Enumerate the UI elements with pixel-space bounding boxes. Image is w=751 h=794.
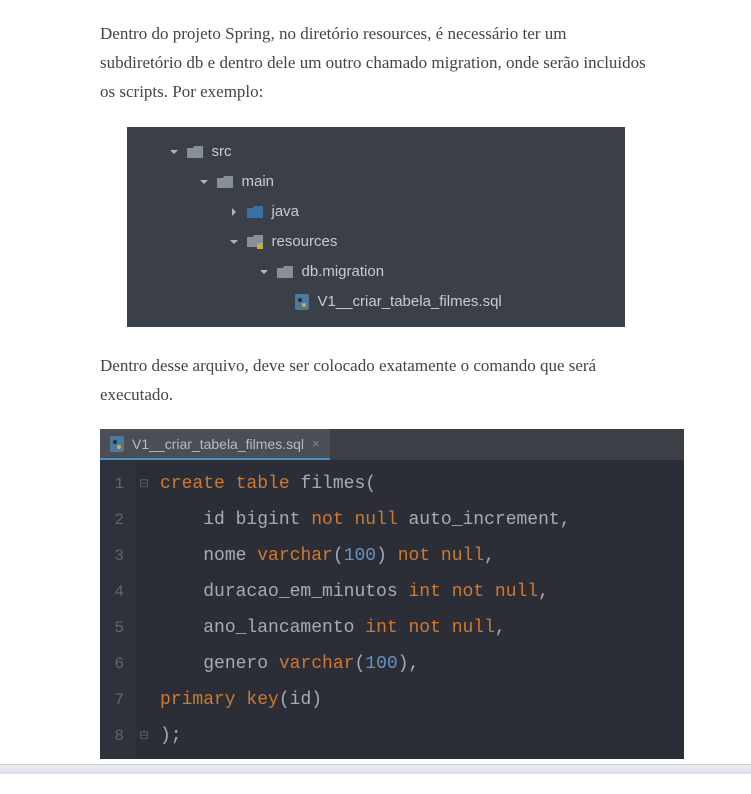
editor-body: 1 2 3 4 5 6 7 8 ⊟ ⊟ create table filmes(… bbox=[100, 461, 684, 759]
code-line: nome varchar(100) not null, bbox=[160, 538, 676, 574]
tab-label: V1__criar_tabela_filmes.sql bbox=[132, 436, 304, 452]
folder-icon bbox=[187, 145, 205, 159]
line-number: 5 bbox=[108, 610, 124, 646]
paragraph-file-content: Dentro desse arquivo, deve ser colocado … bbox=[100, 352, 651, 410]
line-number: 6 bbox=[108, 646, 124, 682]
code-line: ); bbox=[160, 718, 676, 754]
chevron-down-icon bbox=[167, 145, 181, 159]
chevron-right-icon bbox=[227, 205, 241, 219]
tree-label: V1__criar_tabela_filmes.sql bbox=[318, 293, 502, 310]
tree-row-db-migration[interactable]: db.migration bbox=[127, 257, 625, 287]
tree-label: resources bbox=[272, 233, 338, 250]
line-number: 2 bbox=[108, 502, 124, 538]
code-area[interactable]: create table filmes( id bigint not null … bbox=[152, 461, 684, 759]
sql-file-icon bbox=[295, 294, 311, 310]
line-number: 4 bbox=[108, 574, 124, 610]
code-line: duracao_em_minutos int not null, bbox=[160, 574, 676, 610]
tree-label: db.migration bbox=[302, 263, 385, 280]
code-line: primary key(id) bbox=[160, 682, 676, 718]
code-line: create table filmes( bbox=[160, 466, 676, 502]
fold-open-icon[interactable]: ⊟ bbox=[136, 466, 152, 502]
folder-icon bbox=[217, 175, 235, 189]
sql-file-icon bbox=[110, 436, 126, 452]
fold-close-icon[interactable]: ⊟ bbox=[136, 718, 152, 754]
close-icon[interactable]: × bbox=[312, 436, 320, 451]
editor-tab-bar: V1__criar_tabela_filmes.sql × bbox=[100, 429, 684, 461]
code-line: genero varchar(100), bbox=[160, 646, 676, 682]
code-editor-panel: V1__criar_tabela_filmes.sql × 1 2 3 4 5 … bbox=[100, 429, 684, 759]
fold-gutter: ⊟ ⊟ bbox=[136, 461, 152, 759]
line-number: 3 bbox=[108, 538, 124, 574]
tree-label: src bbox=[212, 143, 232, 160]
line-number-gutter: 1 2 3 4 5 6 7 8 bbox=[100, 461, 136, 759]
tree-row-src[interactable]: src bbox=[127, 137, 625, 167]
line-number: 8 bbox=[108, 718, 124, 754]
chevron-down-icon bbox=[227, 235, 241, 249]
tree-row-main[interactable]: main bbox=[127, 167, 625, 197]
line-number: 7 bbox=[108, 682, 124, 718]
taskbar-strip bbox=[0, 764, 751, 774]
chevron-down-icon bbox=[257, 265, 271, 279]
paragraph-intro: Dentro do projeto Spring, no diretório r… bbox=[100, 20, 651, 107]
tree-label: main bbox=[242, 173, 275, 190]
folder-icon bbox=[277, 265, 295, 279]
tree-row-resources[interactable]: resources bbox=[127, 227, 625, 257]
tree-row-java[interactable]: java bbox=[127, 197, 625, 227]
code-line: id bigint not null auto_increment, bbox=[160, 502, 676, 538]
resources-folder-icon bbox=[247, 235, 265, 249]
chevron-down-icon bbox=[197, 175, 211, 189]
line-number: 1 bbox=[108, 466, 124, 502]
tree-label: java bbox=[272, 203, 300, 220]
tree-row-migration-file[interactable]: V1__criar_tabela_filmes.sql bbox=[127, 287, 625, 317]
project-tree-panel: src main java resources db.migration V1_… bbox=[127, 127, 625, 327]
editor-tab[interactable]: V1__criar_tabela_filmes.sql × bbox=[100, 429, 330, 460]
folder-icon bbox=[247, 205, 265, 219]
code-line: ano_lancamento int not null, bbox=[160, 610, 676, 646]
